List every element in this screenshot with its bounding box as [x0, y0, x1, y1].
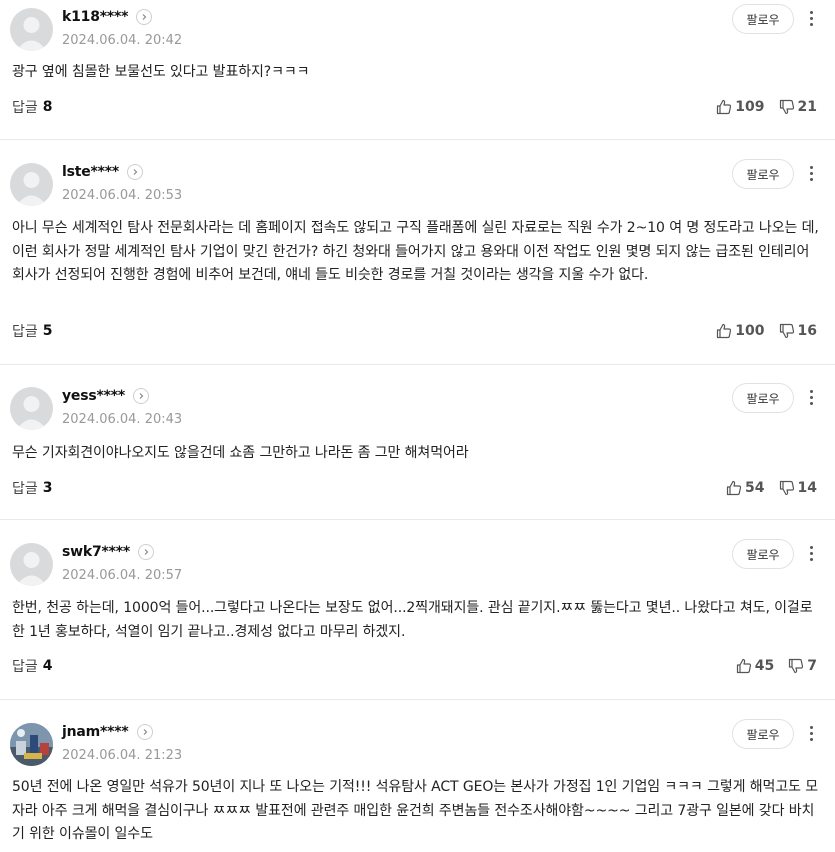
- comment-body: 아니 무슨 세계적인 탐사 전문회사라는 데 홈페이지 접속도 않되고 구직 플…: [12, 220, 819, 283]
- reply-button[interactable]: 답글 8: [12, 97, 53, 117]
- reply-button[interactable]: 답글 5: [12, 321, 53, 341]
- more-options-icon[interactable]: [804, 6, 818, 30]
- nickname[interactable]: lste****: [62, 164, 119, 180]
- avatar[interactable]: [10, 723, 53, 766]
- comment-item: jnam**** 2024.06.04. 21:23 팔로우 50년 전에 나온…: [0, 715, 835, 852]
- comment-date: 2024.06.04. 20:43: [62, 412, 183, 427]
- more-options-icon[interactable]: [804, 161, 818, 185]
- comment-body: 무슨 기자회견이야나오지도 않을건데 쇼좀 그만하고 나라돈 좀 그만 해쳐먹어…: [12, 445, 469, 461]
- comment-item: swk7**** 2024.06.04. 20:57 팔로우 한번, 천공 하는…: [0, 535, 835, 700]
- dislike-count: 14: [797, 480, 817, 496]
- thumbs-down-icon: [779, 99, 794, 115]
- thumbs-down-icon: [789, 658, 804, 674]
- like-count: 100: [735, 323, 765, 339]
- comment-item: lste**** 2024.06.04. 20:53 팔로우 아니 무슨 세계적…: [0, 155, 835, 365]
- comment-item: yess**** 2024.06.04. 20:43 팔로우 무슨 기자회견이야…: [0, 379, 835, 520]
- reply-button[interactable]: 답글 4: [12, 656, 53, 676]
- chevron-right-icon[interactable]: [138, 544, 155, 560]
- chevron-right-icon[interactable]: [127, 164, 144, 180]
- dislike-button[interactable]: 7: [788, 658, 817, 674]
- dislike-count: 16: [797, 323, 817, 339]
- more-options-icon[interactable]: [804, 721, 818, 745]
- nickname[interactable]: k118****: [62, 9, 128, 25]
- chevron-right-icon[interactable]: [136, 9, 153, 25]
- thumbs-down-icon: [779, 480, 794, 496]
- reply-label: 답글: [12, 100, 38, 116]
- reply-count: 5: [42, 323, 53, 339]
- dislike-count: 7: [807, 658, 817, 674]
- comment-body: 광구 옆에 침몰한 보물선도 있다고 발표하지?ㅋㅋㅋ: [12, 64, 310, 80]
- more-options-icon[interactable]: [804, 385, 818, 409]
- comment-date: 2024.06.04. 20:53: [62, 188, 183, 203]
- nickname[interactable]: yess****: [62, 388, 125, 404]
- comment-body: 50년 전에 나온 영일만 석유가 50년이 지나 또 나오는 기적!!! 석유…: [12, 779, 819, 842]
- chevron-right-icon[interactable]: [132, 388, 149, 404]
- nickname[interactable]: swk7****: [62, 544, 130, 560]
- reply-label: 답글: [12, 659, 38, 675]
- dislike-button[interactable]: 16: [779, 323, 817, 339]
- thumbs-up-icon: [717, 99, 732, 115]
- avatar[interactable]: [10, 163, 53, 206]
- reply-count: 8: [42, 99, 53, 115]
- like-count: 54: [745, 480, 765, 496]
- avatar[interactable]: [10, 387, 53, 430]
- comment-date: 2024.06.04. 21:23: [62, 748, 183, 763]
- avatar[interactable]: [10, 543, 53, 586]
- reply-count: 4: [42, 658, 53, 674]
- reply-button[interactable]: 답글 3: [12, 478, 53, 498]
- follow-button[interactable]: 팔로우: [732, 539, 794, 569]
- follow-button[interactable]: 팔로우: [732, 159, 794, 189]
- thumbs-up-icon: [717, 323, 732, 339]
- nickname[interactable]: jnam****: [62, 724, 129, 740]
- dislike-button[interactable]: 14: [779, 480, 817, 496]
- follow-button[interactable]: 팔로우: [732, 719, 794, 749]
- like-button[interactable]: 45: [736, 658, 774, 674]
- reply-count: 3: [42, 480, 53, 496]
- follow-button[interactable]: 팔로우: [732, 383, 794, 413]
- reply-label: 답글: [12, 481, 38, 497]
- avatar[interactable]: [10, 8, 53, 51]
- like-count: 109: [735, 99, 765, 115]
- like-button[interactable]: 109: [716, 99, 765, 115]
- chevron-right-icon[interactable]: [136, 724, 153, 740]
- thumbs-up-icon: [726, 480, 742, 496]
- thumbs-down-icon: [779, 323, 794, 339]
- comment-date: 2024.06.04. 20:57: [62, 568, 183, 583]
- like-button[interactable]: 54: [726, 480, 765, 496]
- dislike-button[interactable]: 21: [779, 99, 817, 115]
- comment-date: 2024.06.04. 20:42: [62, 33, 183, 48]
- more-options-icon[interactable]: [804, 541, 818, 565]
- dislike-count: 21: [797, 99, 817, 115]
- reply-label: 답글: [12, 324, 38, 340]
- follow-button[interactable]: 팔로우: [732, 4, 794, 34]
- comment-item: k118**** 2024.06.04. 20:42 팔로우 광구 옆에 침몰한…: [0, 0, 835, 140]
- like-count: 45: [754, 658, 775, 674]
- like-button[interactable]: 100: [716, 323, 765, 339]
- thumbs-up-icon: [736, 658, 751, 674]
- comment-body: 한번, 천공 하는데, 1000억 들어...그렇다고 나온다는 보장도 없어.…: [12, 600, 813, 640]
